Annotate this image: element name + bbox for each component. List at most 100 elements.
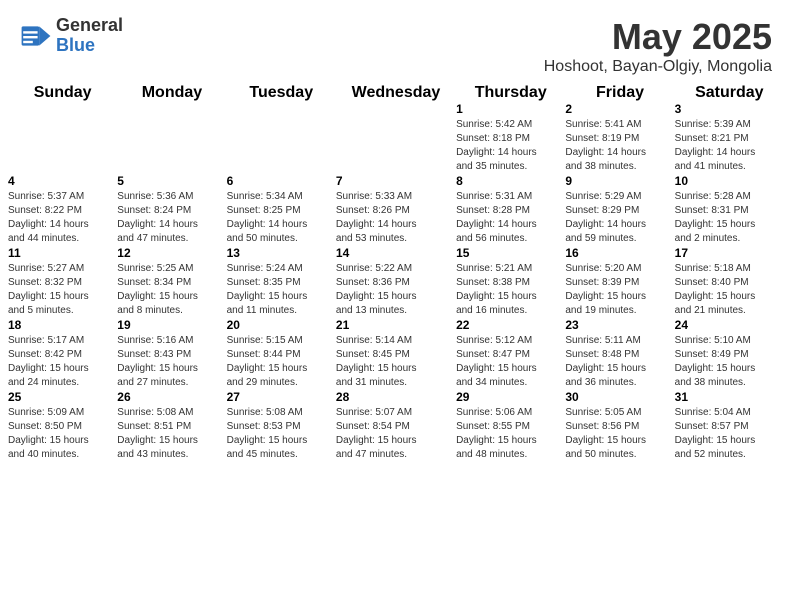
calendar-cell: 21 Sunrise: 5:14 AM Sunset: 8:45 PM Dayli…: [336, 318, 456, 390]
day-number: 9: [565, 174, 674, 188]
day-info: Sunrise: 5:39 AM Sunset: 8:21 PM Dayligh…: [675, 118, 784, 174]
day-info: Sunrise: 5:12 AM Sunset: 8:47 PM Dayligh…: [456, 334, 565, 390]
day-number: 22: [456, 318, 565, 332]
calendar-week-1: 1 Sunrise: 5:42 AM Sunset: 8:18 PM Daylig…: [8, 102, 784, 174]
day-number: 28: [336, 390, 456, 404]
day-info: Sunrise: 5:31 AM Sunset: 8:28 PM Dayligh…: [456, 190, 565, 246]
day-number: 4: [8, 174, 117, 188]
calendar-cell: 19Sunrise: 5:16 AM Sunset: 8:43 PM Dayli…: [117, 318, 226, 390]
day-number: 30: [565, 390, 674, 404]
day-info: Sunrise: 5:09 AM Sunset: 8:50 PM Dayligh…: [8, 406, 117, 462]
calendar-cell: 8 Sunrise: 5:31 AM Sunset: 8:28 PM Daylig…: [456, 174, 565, 246]
calendar-cell: 10 Sunrise: 5:28 AM Sunset: 8:31 PM Dayli…: [675, 174, 784, 246]
day-number: 3: [675, 102, 784, 116]
calendar-cell: 29 Sunrise: 5:06 AM Sunset: 8:55 PM Dayli…: [456, 390, 565, 462]
day-info: Sunrise: 5:14 AM Sunset: 8:45 PM Dayligh…: [336, 334, 456, 390]
logo-general-text: General: [56, 16, 123, 36]
day-info: Sunrise: 5:24 AM Sunset: 8:35 PM Dayligh…: [227, 262, 336, 318]
day-info: Sunrise: 5:06 AM Sunset: 8:55 PM Dayligh…: [456, 406, 565, 462]
day-number: 1: [456, 102, 565, 116]
calendar-cell: 3 Sunrise: 5:39 AM Sunset: 8:21 PM Daylig…: [675, 102, 784, 174]
calendar-cell: 13 Sunrise: 5:24 AM Sunset: 8:35 PM Dayli…: [227, 246, 336, 318]
weekday-header-monday: Monday: [117, 84, 226, 102]
calendar-cell: 25 Sunrise: 5:09 AM Sunset: 8:50 PM Dayli…: [8, 390, 117, 462]
day-info: Sunrise: 5:37 AM Sunset: 8:22 PM Dayligh…: [8, 190, 117, 246]
day-info: Sunrise: 5:10 AM Sunset: 8:49 PM Dayligh…: [675, 334, 784, 390]
calendar-cell: 30 Sunrise: 5:05 AM Sunset: 8:56 PM Dayli…: [565, 390, 674, 462]
calendar-cell: 2Sunrise: 5:41 AM Sunset: 8:19 PM Daylig…: [565, 102, 674, 174]
day-info: Sunrise: 5:28 AM Sunset: 8:31 PM Dayligh…: [675, 190, 784, 246]
calendar-cell: [8, 102, 117, 174]
calendar-cell: 26 Sunrise: 5:08 AM Sunset: 8:51 PM Dayli…: [117, 390, 226, 462]
day-info: Sunrise: 5:21 AM Sunset: 8:38 PM Dayligh…: [456, 262, 565, 318]
calendar-week-5: 25 Sunrise: 5:09 AM Sunset: 8:50 PM Dayli…: [8, 390, 784, 462]
day-info: Sunrise: 5:07 AM Sunset: 8:54 PM Dayligh…: [336, 406, 456, 462]
day-number: 23: [565, 318, 674, 332]
day-info: Sunrise: 5:08 AM Sunset: 8:53 PM Dayligh…: [227, 406, 336, 462]
day-info: Sunrise: 5:11 AM Sunset: 8:48 PM Dayligh…: [565, 334, 674, 390]
day-info: Sunrise: 5:04 AM Sunset: 8:57 PM Dayligh…: [675, 406, 784, 462]
calendar-cell: 6Sunrise: 5:34 AM Sunset: 8:25 PM Daylig…: [227, 174, 336, 246]
calendar-table: SundayMondayTuesdayWednesdayThursdayFrid…: [8, 84, 784, 462]
month-title: May 2025: [544, 16, 772, 58]
calendar-cell: 20 Sunrise: 5:15 AM Sunset: 8:44 PM Dayli…: [227, 318, 336, 390]
day-info: Sunrise: 5:41 AM Sunset: 8:19 PM Dayligh…: [565, 118, 674, 174]
calendar-cell: [117, 102, 226, 174]
calendar-header: SundayMondayTuesdayWednesdayThursdayFrid…: [8, 84, 784, 102]
day-number: 21: [336, 318, 456, 332]
calendar-week-2: 4 Sunrise: 5:37 AM Sunset: 8:22 PM Daylig…: [8, 174, 784, 246]
day-info: Sunrise: 5:42 AM Sunset: 8:18 PM Dayligh…: [456, 118, 565, 174]
day-number: 10: [675, 174, 784, 188]
day-number: 18: [8, 318, 117, 332]
calendar-cell: 5Sunrise: 5:36 AM Sunset: 8:24 PM Daylig…: [117, 174, 226, 246]
logo-blue-text: Blue: [56, 36, 123, 56]
day-number: 17: [675, 246, 784, 260]
day-number: 24: [675, 318, 784, 332]
day-info: Sunrise: 5:18 AM Sunset: 8:40 PM Dayligh…: [675, 262, 784, 318]
calendar-cell: 18Sunrise: 5:17 AM Sunset: 8:42 PM Dayli…: [8, 318, 117, 390]
calendar-cell: 9 Sunrise: 5:29 AM Sunset: 8:29 PM Daylig…: [565, 174, 674, 246]
calendar-cell: 11 Sunrise: 5:27 AM Sunset: 8:32 PM Dayli…: [8, 246, 117, 318]
calendar-cell: 17 Sunrise: 5:18 AM Sunset: 8:40 PM Dayli…: [675, 246, 784, 318]
day-info: Sunrise: 5:29 AM Sunset: 8:29 PM Dayligh…: [565, 190, 674, 246]
day-number: 8: [456, 174, 565, 188]
calendar-week-4: 18Sunrise: 5:17 AM Sunset: 8:42 PM Dayli…: [8, 318, 784, 390]
day-number: 5: [117, 174, 226, 188]
weekday-header-sunday: Sunday: [8, 84, 117, 102]
day-number: 20: [227, 318, 336, 332]
day-number: 27: [227, 390, 336, 404]
day-info: Sunrise: 5:15 AM Sunset: 8:44 PM Dayligh…: [227, 334, 336, 390]
day-number: 15: [456, 246, 565, 260]
day-info: Sunrise: 5:25 AM Sunset: 8:34 PM Dayligh…: [117, 262, 226, 318]
weekday-header-friday: Friday: [565, 84, 674, 102]
day-info: Sunrise: 5:22 AM Sunset: 8:36 PM Dayligh…: [336, 262, 456, 318]
day-number: 14: [336, 246, 456, 260]
day-number: 7: [336, 174, 456, 188]
day-info: Sunrise: 5:27 AM Sunset: 8:32 PM Dayligh…: [8, 262, 117, 318]
day-number: 25: [8, 390, 117, 404]
calendar-cell: 28 Sunrise: 5:07 AM Sunset: 8:54 PM Dayli…: [336, 390, 456, 462]
calendar-cell: 4 Sunrise: 5:37 AM Sunset: 8:22 PM Daylig…: [8, 174, 117, 246]
day-number: 13: [227, 246, 336, 260]
calendar-cell: 14 Sunrise: 5:22 AM Sunset: 8:36 PM Dayli…: [336, 246, 456, 318]
calendar-cell: 23 Sunrise: 5:11 AM Sunset: 8:48 PM Dayli…: [565, 318, 674, 390]
calendar-cell: [336, 102, 456, 174]
weekday-row: SundayMondayTuesdayWednesdayThursdayFrid…: [8, 84, 784, 102]
day-info: Sunrise: 5:05 AM Sunset: 8:56 PM Dayligh…: [565, 406, 674, 462]
weekday-header-thursday: Thursday: [456, 84, 565, 102]
day-info: Sunrise: 5:08 AM Sunset: 8:51 PM Dayligh…: [117, 406, 226, 462]
location: Hoshoot, Bayan-Olgiy, Mongolia: [544, 58, 772, 76]
day-number: 29: [456, 390, 565, 404]
weekday-header-wednesday: Wednesday: [336, 84, 456, 102]
calendar-cell: 31 Sunrise: 5:04 AM Sunset: 8:57 PM Dayli…: [675, 390, 784, 462]
day-number: 11: [8, 246, 117, 260]
day-number: 26: [117, 390, 226, 404]
calendar-cell: 27 Sunrise: 5:08 AM Sunset: 8:53 PM Dayli…: [227, 390, 336, 462]
calendar-cell: 1 Sunrise: 5:42 AM Sunset: 8:18 PM Daylig…: [456, 102, 565, 174]
calendar-cell: 15 Sunrise: 5:21 AM Sunset: 8:38 PM Dayli…: [456, 246, 565, 318]
day-number: 31: [675, 390, 784, 404]
calendar-week-3: 11 Sunrise: 5:27 AM Sunset: 8:32 PM Dayli…: [8, 246, 784, 318]
page-header: General Blue May 2025 Hoshoot, Bayan-Olg…: [0, 0, 792, 84]
day-number: 12: [117, 246, 226, 260]
calendar-cell: 16Sunrise: 5:20 AM Sunset: 8:39 PM Dayli…: [565, 246, 674, 318]
